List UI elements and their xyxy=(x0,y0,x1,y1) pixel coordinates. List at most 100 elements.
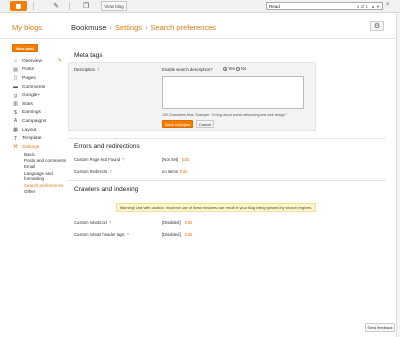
sidebar-item-label: Posts xyxy=(22,67,34,73)
character-limit-hint: 150 Characters Max. Example: "A blog abo… xyxy=(162,113,288,117)
section-divider xyxy=(68,138,386,139)
earnings-icon: $ xyxy=(14,109,17,116)
template-icon: T xyxy=(13,135,18,142)
custom-robots-txt-value: [Disabled] xyxy=(162,220,181,225)
sidebar: ⌂ Overview ✎ ▤ Posts ▯ Pages ▬ Comments g Goog… xyxy=(12,57,67,195)
cancel-button[interactable]: Cancel xyxy=(196,120,214,128)
googleplus-icon: g xyxy=(14,92,17,99)
find-next-icon[interactable]: ▼ xyxy=(376,4,380,9)
toolbar-divider xyxy=(69,2,70,10)
sidebar-item-overview[interactable]: ⌂ Overview ✎ xyxy=(12,57,67,66)
home-icon: ⌂ xyxy=(13,58,18,65)
sidebar-item-posts[interactable]: ▤ Posts xyxy=(12,66,67,75)
blogger-logo-button[interactable] xyxy=(10,1,27,11)
custom-redirects-edit-link[interactable]: Edit xyxy=(180,169,187,174)
breadcrumb-current: Search preferences xyxy=(150,23,216,32)
custom-redirects-text: Custom Redirects xyxy=(74,169,108,174)
radio-no[interactable]: No xyxy=(236,66,246,71)
new-post-button[interactable]: New post xyxy=(12,44,38,52)
pencil-icon: ✎ xyxy=(57,58,62,65)
posts-icon: ▤ xyxy=(13,66,18,73)
breadcrumb: Bookmuse › Settings › Search preferences xyxy=(71,23,216,32)
edit-pencil-icon[interactable]: ✎ xyxy=(51,1,61,11)
save-changes-button[interactable]: Save changes xyxy=(162,120,193,128)
help-icon[interactable]: ? xyxy=(109,220,111,225)
sidebar-item-label: Earnings xyxy=(22,110,41,116)
help-icon[interactable]: ? xyxy=(109,169,111,174)
sidebar-item-campaigns[interactable]: A Campaigns xyxy=(12,117,67,126)
sidebar-sub-language[interactable]: Language and formatting xyxy=(12,170,67,182)
custom-robots-txt-edit-link[interactable]: Edit xyxy=(185,220,192,225)
breadcrumb-blog[interactable]: Bookmuse xyxy=(71,23,106,32)
custom-robots-header-label: Custom robots header tags? xyxy=(74,232,129,237)
custom-robots-txt-label: Custom robots.txt? xyxy=(74,220,111,225)
radio-yes-icon[interactable] xyxy=(223,66,227,71)
find-count: 1 of 1 xyxy=(356,3,369,9)
copy-pages-icon[interactable]: ❐ xyxy=(81,1,91,11)
view-blog-button[interactable]: View blog xyxy=(101,1,127,11)
find-bar[interactable]: Read 1 of 1 ▲ ▼ xyxy=(266,2,383,10)
page-header: My blogs Bookmuse › Settings › Search prefer… xyxy=(0,14,400,39)
pages-icon: ▯ xyxy=(14,75,17,82)
find-input[interactable]: Read xyxy=(269,4,357,9)
sidebar-item-googleplus[interactable]: g Google+ xyxy=(12,91,67,100)
errors-heading: Errors and redirections xyxy=(74,143,140,150)
comments-icon: ▬ xyxy=(13,84,18,91)
sidebar-item-layout[interactable]: ▦ Layout xyxy=(12,126,67,135)
sidebar-item-settings[interactable]: ⚒ Settings xyxy=(12,143,67,152)
wrench-icon: ⚒ xyxy=(13,144,18,151)
custom-robots-txt-text: Custom robots.txt xyxy=(74,220,107,225)
sidebar-item-stats[interactable]: ▥ Stats xyxy=(12,100,67,109)
breadcrumb-separator: › xyxy=(145,23,148,32)
sidebar-item-earnings[interactable]: $ Earnings xyxy=(12,109,67,118)
stats-icon: ▥ xyxy=(13,101,18,108)
sidebar-sub-other[interactable]: Other xyxy=(12,189,67,195)
custom-page-not-found-value: [Not Set] xyxy=(162,157,179,162)
custom-page-not-found-label: Custom Page Not Found? xyxy=(74,157,124,162)
radio-no-icon[interactable] xyxy=(236,66,240,71)
breadcrumb-settings[interactable]: Settings xyxy=(115,23,142,32)
radio-no-label: No xyxy=(241,66,247,71)
find-close-icon[interactable]: × xyxy=(386,2,390,8)
layout-icon: ▦ xyxy=(13,127,18,134)
sidebar-item-label: Pages xyxy=(22,75,36,81)
find-prev-icon[interactable]: ▲ xyxy=(371,4,375,9)
sidebar-item-template[interactable]: T Template xyxy=(12,134,67,143)
sidebar-item-label: Layout xyxy=(22,127,37,133)
top-toolbar: ✎ ❐ View blog Read 1 of 1 ▲ ▼ × xyxy=(0,0,400,13)
sidebar-item-label: Overview xyxy=(22,58,42,64)
custom-page-not-found-edit-link[interactable]: Edit xyxy=(182,157,189,162)
custom-redirects-value: no items xyxy=(162,169,178,174)
enable-description-question: Enable search description? xyxy=(162,67,213,72)
custom-page-not-found-text: Custom Page Not Found xyxy=(74,157,121,162)
crawlers-heading: Crawlers and indexing xyxy=(74,186,139,193)
my-blogs-link[interactable]: My blogs xyxy=(12,23,42,32)
campaigns-icon: A xyxy=(13,118,18,125)
section-divider xyxy=(68,180,386,181)
sidebar-item-label: Comments xyxy=(22,84,46,90)
sidebar-item-comments[interactable]: ▬ Comments xyxy=(12,83,67,92)
description-label: Description? xyxy=(74,67,99,72)
meta-tags-heading: Meta tags xyxy=(74,52,103,59)
help-icon[interactable]: ? xyxy=(122,157,124,162)
radio-yes[interactable]: Yes xyxy=(223,66,235,71)
send-feedback-button[interactable]: Send feedback xyxy=(365,323,395,332)
warning-banner: Warning! Use with caution. Incorrect use… xyxy=(116,203,316,212)
gear-icon[interactable]: ⚙ xyxy=(370,21,384,31)
breadcrumb-separator: › xyxy=(109,23,112,32)
sidebar-item-label: Google+ xyxy=(22,93,41,99)
custom-robots-header-text: Custom robots header tags xyxy=(74,232,125,237)
sidebar-item-label: Settings xyxy=(22,144,40,150)
help-icon[interactable]: ? xyxy=(97,67,99,72)
search-description-textarea[interactable] xyxy=(162,76,304,109)
sidebar-item-pages[interactable]: ▯ Pages xyxy=(12,74,67,83)
custom-robots-header-edit-link[interactable]: Edit xyxy=(185,232,192,237)
toolbar-divider xyxy=(33,2,34,10)
blogger-logo-icon xyxy=(16,3,21,9)
help-icon[interactable]: ? xyxy=(127,232,129,237)
radio-yes-label: Yes xyxy=(228,66,235,71)
page-scrollbar[interactable] xyxy=(396,14,400,337)
sidebar-item-label: Stats xyxy=(22,101,33,107)
sidebar-item-label: Template xyxy=(22,136,42,142)
custom-robots-header-value: [Disabled] xyxy=(162,232,181,237)
